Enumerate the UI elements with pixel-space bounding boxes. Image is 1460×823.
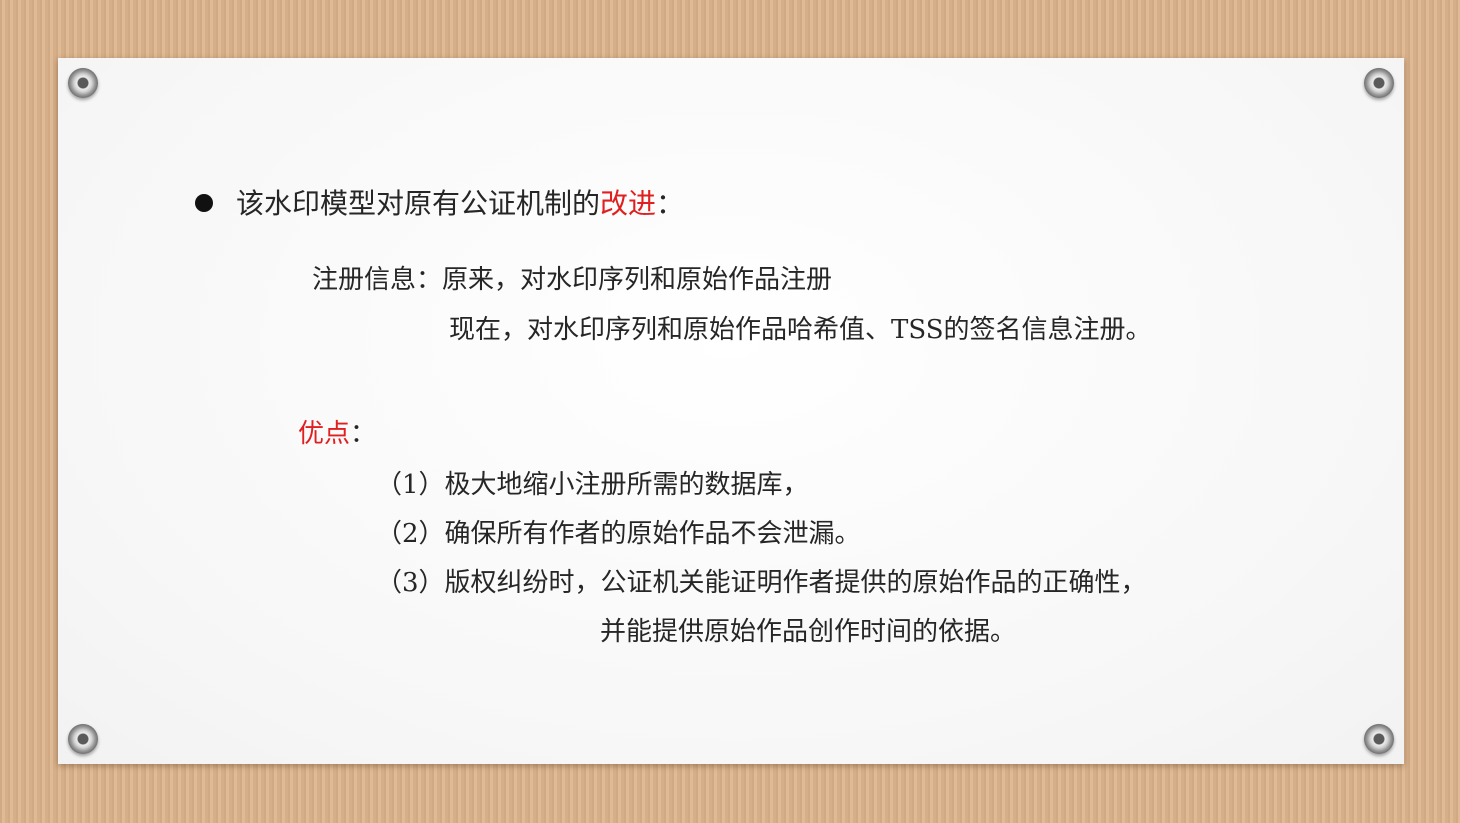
advantage-item-1: （1）极大地缩小注册所需的数据库， <box>376 470 809 500</box>
bullet-dot-icon <box>195 194 213 212</box>
heading-suffix: ： <box>656 187 685 220</box>
pushpin-icon <box>68 724 98 754</box>
registration-label: 注册信息： <box>312 265 443 295</box>
slide-heading: 该水印模型对原有公证机制的改进： <box>236 186 684 222</box>
pushpin-icon <box>1364 68 1394 98</box>
advantage-item-2: （2）确保所有作者的原始作品不会泄漏。 <box>376 519 861 549</box>
advantages-title-colon: ： <box>350 419 377 449</box>
advantages-title-text: 优点 <box>298 419 351 449</box>
registration-before-line: 注册信息：原来，对水印序列和原始作品注册 <box>312 263 832 297</box>
pushpin-icon <box>68 68 98 98</box>
slide-paper: 该水印模型对原有公证机制的改进： 注册信息：原来，对水印序列和原始作品注册 现在… <box>58 58 1404 764</box>
registration-before: 原来，对水印序列和原始作品注册 <box>442 265 833 295</box>
advantage-item-3-continuation: 并能提供原始作品创作时间的依据。 <box>600 617 1017 647</box>
heading-highlight: 改进 <box>600 187 657 220</box>
heading-prefix: 该水印模型对原有公证机制的 <box>236 187 601 220</box>
advantage-item-3: （3）版权纠纷时，公证机关能证明作者提供的原始作品的正确性， <box>376 568 1147 598</box>
pushpin-icon <box>1364 724 1394 754</box>
advantages-title: 优点： <box>298 417 376 451</box>
registration-after-line: 现在，对水印序列和原始作品哈希值、TSS的签名信息注册。 <box>449 315 1152 345</box>
